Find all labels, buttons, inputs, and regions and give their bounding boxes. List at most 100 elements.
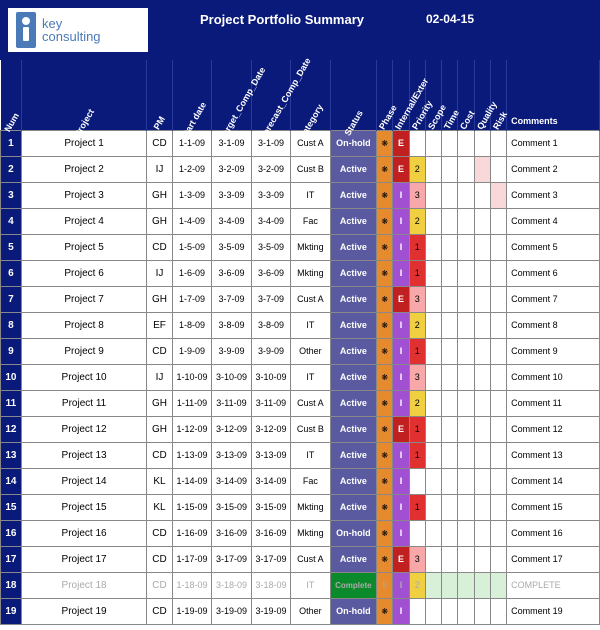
cell-priority: 3 bbox=[409, 286, 425, 312]
cell-risk bbox=[490, 494, 506, 520]
cell-phase: ❋ bbox=[377, 442, 393, 468]
cell-forecast: 3-3-09 bbox=[251, 182, 290, 208]
cell-target: 3-5-09 bbox=[212, 234, 251, 260]
cell-target: 3-14-09 bbox=[212, 468, 251, 494]
cell-pm: KL bbox=[147, 494, 173, 520]
cell-status: Active bbox=[330, 156, 376, 182]
cell-comment: Comment 9 bbox=[507, 338, 600, 364]
cell-pm: IJ bbox=[147, 156, 173, 182]
cell-ie: I bbox=[393, 312, 409, 338]
cell-project: Project 1 bbox=[21, 130, 146, 156]
cell-status: Active bbox=[330, 338, 376, 364]
col-ie: Internal/Exter bbox=[393, 60, 409, 130]
cell-ie: I bbox=[393, 208, 409, 234]
cell-scope bbox=[425, 312, 441, 338]
cell-scope bbox=[425, 286, 441, 312]
table-row: 17Project 17CD1-17-093-17-093-17-09Cust … bbox=[1, 546, 600, 572]
cell-comment: Comment 10 bbox=[507, 364, 600, 390]
cell-time bbox=[442, 286, 458, 312]
cell-priority: 3 bbox=[409, 364, 425, 390]
cell-ie: I bbox=[393, 572, 409, 598]
cell-priority: 2 bbox=[409, 572, 425, 598]
cell-comment: Comment 8 bbox=[507, 312, 600, 338]
cell-comment: Comment 11 bbox=[507, 390, 600, 416]
cell-pm: GH bbox=[147, 390, 173, 416]
logo-text: key consulting bbox=[42, 17, 101, 43]
cell-status: Active bbox=[330, 364, 376, 390]
cell-cost bbox=[458, 182, 474, 208]
cell-pm: GH bbox=[147, 416, 173, 442]
cell-quality bbox=[474, 234, 490, 260]
col-comments: Comments bbox=[507, 60, 600, 130]
cell-phase: ❋ bbox=[377, 364, 393, 390]
cell-forecast: 3-18-09 bbox=[251, 572, 290, 598]
cell-time bbox=[442, 338, 458, 364]
cell-comment: Comment 13 bbox=[507, 442, 600, 468]
cell-ie: I bbox=[393, 494, 409, 520]
cell-pm: CD bbox=[147, 130, 173, 156]
cell-cost bbox=[458, 572, 474, 598]
cell-priority: 1 bbox=[409, 234, 425, 260]
cell-phase: ❋ bbox=[377, 260, 393, 286]
cell-start: 1-8-09 bbox=[172, 312, 211, 338]
logo: key consulting bbox=[8, 8, 148, 52]
cell-risk bbox=[490, 208, 506, 234]
cell-category: Cust A bbox=[291, 390, 330, 416]
cell-phase: ❋ bbox=[377, 208, 393, 234]
cell-cost bbox=[458, 442, 474, 468]
cell-risk bbox=[490, 442, 506, 468]
cell-risk bbox=[490, 130, 506, 156]
cell-target: 3-16-09 bbox=[212, 520, 251, 546]
cell-phase: ❋ bbox=[377, 416, 393, 442]
cell-time bbox=[442, 234, 458, 260]
cell-start: 1-11-09 bbox=[172, 390, 211, 416]
cell-risk bbox=[490, 468, 506, 494]
cell-pm: GH bbox=[147, 286, 173, 312]
cell-scope bbox=[425, 208, 441, 234]
cell-status: Active bbox=[330, 494, 376, 520]
cell-status: Active bbox=[330, 468, 376, 494]
table-row: 6Project 6IJ1-6-093-6-093-6-09MktingActi… bbox=[1, 260, 600, 286]
cell-project: Project 4 bbox=[21, 208, 146, 234]
cell-forecast: 3-4-09 bbox=[251, 208, 290, 234]
cell-project: Project 18 bbox=[21, 572, 146, 598]
col-cost: Cost bbox=[458, 60, 474, 130]
cell-ie: I bbox=[393, 442, 409, 468]
cell-cost bbox=[458, 364, 474, 390]
cell-risk bbox=[490, 546, 506, 572]
cell-priority: 1 bbox=[409, 442, 425, 468]
cell-start: 1-12-09 bbox=[172, 416, 211, 442]
cell-pm: EF bbox=[147, 312, 173, 338]
cell-quality bbox=[474, 260, 490, 286]
cell-start: 1-15-09 bbox=[172, 494, 211, 520]
cell-cost bbox=[458, 234, 474, 260]
cell-forecast: 3-13-09 bbox=[251, 442, 290, 468]
table-row: 11Project 11GH1-11-093-11-093-11-09Cust … bbox=[1, 390, 600, 416]
cell-project: Project 19 bbox=[21, 598, 146, 624]
cell-phase: 5 bbox=[377, 572, 393, 598]
table-row: 5Project 5CD1-5-093-5-093-5-09MktingActi… bbox=[1, 234, 600, 260]
cell-scope bbox=[425, 234, 441, 260]
cell-ie: I bbox=[393, 520, 409, 546]
cell-risk bbox=[490, 572, 506, 598]
cell-scope bbox=[425, 260, 441, 286]
cell-time bbox=[442, 416, 458, 442]
col-scope: Scope bbox=[425, 60, 441, 130]
table-row: 15Project 15KL1-15-093-15-093-15-09Mktin… bbox=[1, 494, 600, 520]
cell-risk bbox=[490, 260, 506, 286]
cell-forecast: 3-11-09 bbox=[251, 390, 290, 416]
cell-start: 1-7-09 bbox=[172, 286, 211, 312]
cell-phase: ❋ bbox=[377, 598, 393, 624]
cell-forecast: 3-16-09 bbox=[251, 520, 290, 546]
cell-time bbox=[442, 390, 458, 416]
cell-project: Project 13 bbox=[21, 442, 146, 468]
cell-risk bbox=[490, 312, 506, 338]
cell-priority: 3 bbox=[409, 546, 425, 572]
cell-phase: ❋ bbox=[377, 546, 393, 572]
table-row: 8Project 8EF1-8-093-8-093-8-09ITActive❋I… bbox=[1, 312, 600, 338]
cell-target: 3-12-09 bbox=[212, 416, 251, 442]
cell-phase: ❋ bbox=[377, 338, 393, 364]
cell-status: Active bbox=[330, 234, 376, 260]
cell-time bbox=[442, 130, 458, 156]
cell-phase: ❋ bbox=[377, 468, 393, 494]
